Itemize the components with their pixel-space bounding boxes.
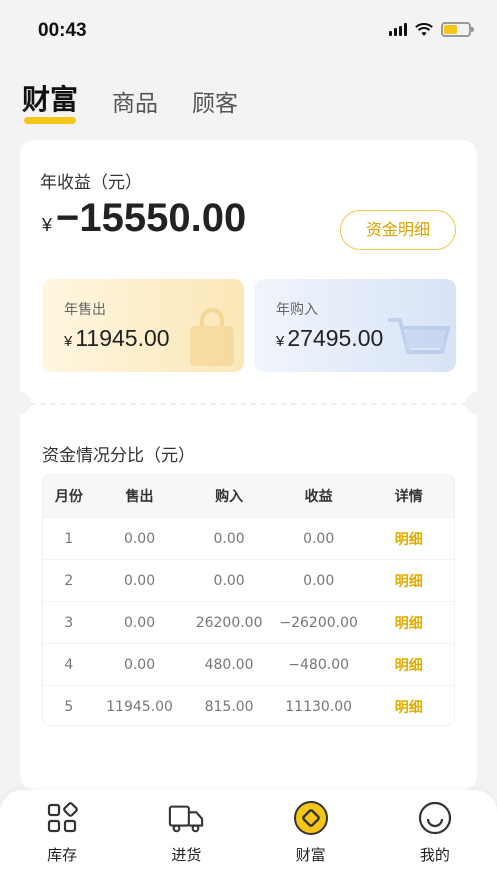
cell-sold: 0.00 [123, 530, 156, 547]
tab-products[interactable]: 商品 [112, 84, 158, 118]
nav-wealth[interactable]: 财富 [249, 790, 373, 883]
breakdown-title: 资金情况分比（元） [42, 446, 195, 466]
fund-detail-button[interactable]: 资金明细 [340, 210, 456, 250]
detail-link[interactable]: 明细 [363, 529, 454, 549]
annual-profit-value: ¥ −15550.00 [42, 196, 246, 241]
detail-link[interactable]: 明细 [363, 571, 454, 591]
cell-bought: 26200.00 [195, 614, 263, 631]
cell-profit: 11130.00 [285, 698, 353, 715]
nav-wealth-label: 财富 [295, 846, 326, 864]
nav-restock[interactable]: 进货 [124, 790, 248, 883]
nav-me-label: 我的 [419, 846, 450, 864]
annual-profit-amount: −15550.00 [56, 196, 247, 240]
nav-restock-label: 进货 [171, 846, 202, 864]
nav-inventory[interactable]: 库存 [0, 790, 124, 883]
card-notch-left [9, 392, 31, 414]
cell-profit: 0.00 [303, 572, 335, 589]
currency-symbol: ¥ [64, 333, 73, 350]
truck-icon [168, 800, 204, 836]
cell-sold: 11945.00 [106, 698, 173, 715]
cell-bought: 480.00 [204, 656, 254, 673]
annual-sold-label: 年售出 [64, 302, 106, 318]
detail-link[interactable]: 明细 [363, 697, 454, 717]
cell-month: 1 [64, 530, 74, 547]
annual-bought-label: 年购入 [276, 302, 318, 318]
cart-icon [388, 318, 450, 354]
cell-profit: −480.00 [288, 656, 350, 673]
top-tabs: 财富 商品 顾客 [22, 78, 238, 124]
detail-link[interactable]: 明细 [363, 613, 454, 633]
annual-sold-card[interactable]: 年售出 ¥11945.00 [42, 279, 244, 372]
signal-icon [389, 23, 407, 36]
cell-month: 3 [64, 614, 74, 631]
nav-me[interactable]: 我的 [373, 790, 497, 883]
table-row: 5 11945.00 815.00 11130.00 明细 [43, 685, 454, 725]
annual-bought-amount: 27495.00 [287, 325, 384, 351]
annual-profit-label: 年收益（元） [40, 173, 142, 193]
annual-bought-value: ¥27495.00 [276, 325, 383, 352]
detail-link[interactable]: 明细 [363, 655, 454, 675]
col-detail: 详情 [394, 489, 423, 505]
battery-icon [441, 22, 474, 37]
grid-icon [44, 800, 80, 836]
cell-profit: 0.00 [303, 530, 335, 547]
table-header: 月份 售出 购入 收益 详情 [43, 475, 454, 517]
cell-month: 5 [64, 698, 74, 715]
annual-bought-card[interactable]: 年购入 ¥27495.00 [254, 279, 456, 372]
smile-icon [417, 800, 453, 836]
currency-symbol: ¥ [276, 333, 285, 350]
cell-sold: 0.00 [123, 572, 156, 589]
wealth-coin-icon [293, 800, 329, 836]
table-row: 4 0.00 480.00 −480.00 明细 [43, 643, 454, 685]
currency-symbol: ¥ [42, 215, 53, 235]
cell-bought: 815.00 [204, 698, 254, 715]
tab-wealth[interactable]: 财富 [22, 78, 78, 124]
card-notch-right [466, 392, 488, 414]
table-row: 1 0.00 0.00 0.00 明细 [43, 517, 454, 559]
col-profit: 收益 [304, 489, 333, 505]
cell-month: 2 [64, 572, 74, 589]
cell-profit: −26200.00 [279, 614, 358, 631]
bottom-nav: 库存 进货 财富 我的 [0, 790, 497, 883]
col-bought: 购入 [215, 489, 244, 505]
status-time: 00:43 [38, 20, 87, 41]
status-bar: 00:43 [0, 0, 497, 62]
cell-month: 4 [64, 656, 74, 673]
cell-bought: 0.00 [213, 530, 245, 547]
tab-customers[interactable]: 顾客 [192, 84, 238, 118]
cell-sold: 0.00 [123, 614, 156, 631]
shopping-bag-icon [190, 308, 234, 366]
table-row: 2 0.00 0.00 0.00 明细 [43, 559, 454, 601]
status-icons [389, 22, 474, 37]
col-sold: 售出 [125, 489, 154, 505]
col-month: 月份 [54, 489, 83, 505]
nav-inventory-label: 库存 [47, 846, 78, 864]
annual-sold-amount: 11945.00 [75, 325, 170, 351]
cell-bought: 0.00 [213, 572, 245, 589]
annual-sold-value: ¥11945.00 [64, 325, 170, 352]
table-row: 3 0.00 26200.00 −26200.00 明细 [43, 601, 454, 643]
cell-sold: 0.00 [123, 656, 156, 673]
wifi-icon [415, 22, 433, 36]
breakdown-table: 月份 售出 购入 收益 详情 1 0.00 0.00 0.00 明细 2 0.0… [42, 474, 455, 726]
card-divider [20, 403, 477, 405]
